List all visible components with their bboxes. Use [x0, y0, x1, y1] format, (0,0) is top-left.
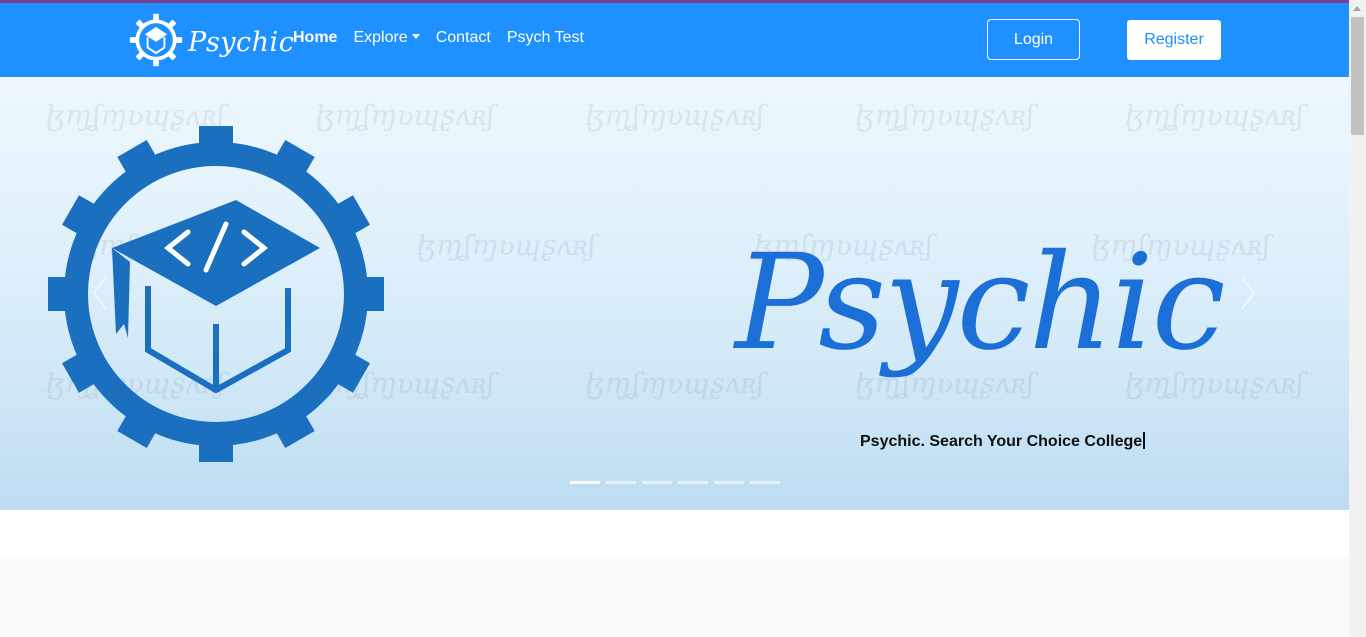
hero-tagline-text: Psychic. Search Your Choice College: [860, 433, 1143, 450]
carousel-next-button[interactable]: [1236, 273, 1260, 313]
nav-item-home[interactable]: Home: [293, 29, 337, 47]
hero-title: Psychic: [735, 226, 1226, 380]
nav-item-psych-test[interactable]: Psych Test: [507, 29, 584, 47]
nav-item-explore[interactable]: Explore: [353, 29, 420, 47]
chevron-left-icon: [92, 276, 107, 310]
carousel-indicator-4[interactable]: [678, 481, 708, 484]
carousel-indicators: [570, 481, 780, 484]
typing-cursor: [1143, 432, 1146, 449]
caret-down-icon: [411, 34, 420, 39]
nav-item-explore-label: Explore: [353, 29, 408, 46]
hero-tagline: Psychic. Search Your Choice College: [860, 432, 1146, 451]
carousel-indicator-2[interactable]: [606, 481, 636, 484]
brand-link[interactable]: Psychic: [128, 12, 294, 73]
carousel-indicator-3[interactable]: [642, 481, 672, 484]
brand-name: Psychic: [188, 27, 295, 58]
nav-item-contact[interactable]: Contact: [436, 29, 491, 47]
brand-logo-icon: [128, 12, 184, 73]
carousel-indicator-5[interactable]: [714, 481, 744, 484]
carousel-prev-button[interactable]: [88, 273, 112, 313]
scroll-up-arrow-icon[interactable]: [1353, 6, 1361, 11]
scrollbar-thumb[interactable]: [1351, 17, 1364, 135]
navbar: Psychic Home Explore Contact Psych Test …: [0, 3, 1349, 77]
chevron-right-icon: [1241, 276, 1256, 310]
hero-carousel: ɮɱʆɱʋɰʂʌʀʃ ɮɱʆɱʋɰʂʌʀʃ ɮɱʆɱʋɰʂʌʀʃ ɮɱʆɱʋɰʂʌʀʃ…: [0, 77, 1349, 510]
carousel-indicator-1[interactable]: [570, 481, 600, 484]
nav-links: Home Explore Contact Psych Test: [293, 29, 584, 47]
register-button[interactable]: Register: [1127, 20, 1221, 60]
login-button[interactable]: Login: [987, 19, 1080, 60]
carousel-indicator-6[interactable]: [750, 481, 780, 484]
content-section: [0, 557, 1349, 637]
